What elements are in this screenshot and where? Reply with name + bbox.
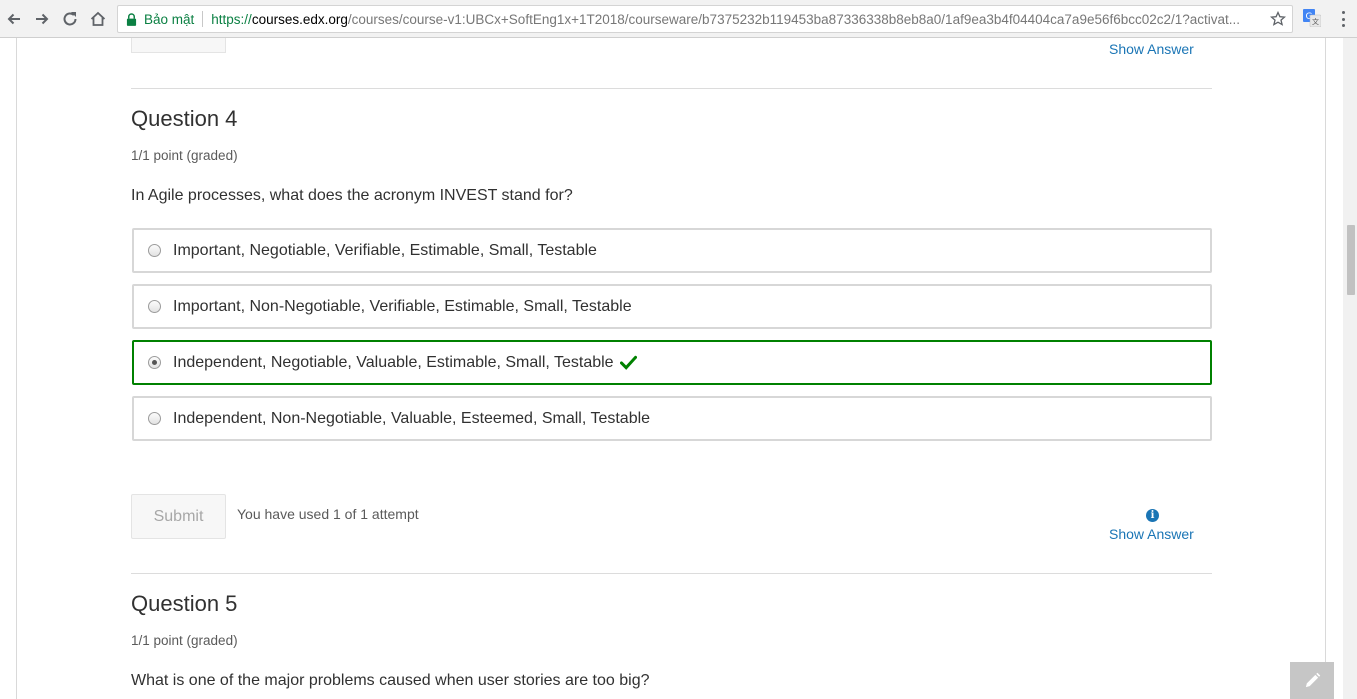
question-4-title: Question 4 bbox=[131, 106, 238, 131]
address-bar[interactable]: Bảo mật https://courses.edx.org/courses/… bbox=[117, 5, 1293, 33]
radio-button[interactable] bbox=[148, 244, 161, 257]
forward-button[interactable] bbox=[30, 7, 54, 31]
svg-text:文: 文 bbox=[1312, 17, 1319, 26]
choice-option-2[interactable]: Important, Non-Negotiable, Verifiable, E… bbox=[132, 284, 1212, 329]
question-5-prompt: What is one of the major problems caused… bbox=[131, 672, 650, 689]
bookmark-star-icon[interactable] bbox=[1270, 11, 1286, 27]
reload-icon bbox=[63, 12, 77, 26]
browser-toolbar: Bảo mật https://courses.edx.org/courses/… bbox=[0, 0, 1357, 38]
choice-option-4[interactable]: Independent, Non-Negotiable, Valuable, E… bbox=[132, 396, 1212, 441]
url-text: https://courses.edx.org/courses/course-v… bbox=[211, 12, 1251, 27]
url-path: /courses/course-v1:UBCx+SoftEng1x+1T2018… bbox=[347, 11, 1241, 27]
prev-show-answer-link[interactable]: Show Answer bbox=[1109, 41, 1194, 57]
question-divider bbox=[131, 88, 1212, 89]
forward-arrow-icon bbox=[36, 13, 49, 25]
attempts-status: You have used 1 of 1 attempt bbox=[237, 506, 419, 522]
choice-option-1[interactable]: Important, Negotiable, Verifiable, Estim… bbox=[132, 228, 1212, 273]
radio-button[interactable] bbox=[148, 412, 161, 425]
radio-button[interactable] bbox=[148, 300, 161, 313]
show-answer-link[interactable]: Show Answer bbox=[1109, 526, 1194, 542]
edit-button[interactable] bbox=[1290, 662, 1334, 699]
choice-label: Independent, Non-Negotiable, Valuable, E… bbox=[173, 409, 651, 427]
page-scrollbar[interactable] bbox=[1343, 38, 1357, 699]
question-5-title: Question 5 bbox=[131, 591, 238, 616]
question-divider bbox=[131, 573, 1212, 574]
question-4-points: 1/1 point (graded) bbox=[131, 148, 238, 163]
pencil-icon bbox=[1305, 672, 1320, 688]
browser-menu-icon[interactable] bbox=[1336, 9, 1350, 29]
scrollbar-thumb[interactable] bbox=[1347, 225, 1355, 295]
question-5-points: 1/1 point (graded) bbox=[131, 633, 238, 648]
home-button[interactable] bbox=[86, 7, 110, 31]
checkmark-icon bbox=[619, 355, 638, 371]
url-protocol: https:// bbox=[211, 11, 252, 27]
omnibox-divider bbox=[202, 11, 204, 27]
question-4-prompt: In Agile processes, what does the acrony… bbox=[131, 187, 573, 204]
choice-label: Independent, Negotiable, Valuable, Estim… bbox=[173, 353, 614, 371]
lock-icon bbox=[126, 12, 138, 26]
prev-submit-button[interactable] bbox=[131, 38, 226, 53]
choice-label: Important, Negotiable, Verifiable, Estim… bbox=[173, 241, 597, 259]
submit-button[interactable]: Submit bbox=[131, 494, 226, 539]
choice-option-3-correct[interactable]: Independent, Negotiable, Valuable, Estim… bbox=[132, 340, 1212, 385]
radio-button-selected[interactable] bbox=[148, 356, 161, 369]
translate-extension-icon[interactable]: G 文 bbox=[1303, 9, 1321, 27]
url-host: courses.edx.org bbox=[251, 11, 348, 27]
secure-label: Bảo mật bbox=[144, 11, 195, 27]
back-button[interactable] bbox=[2, 7, 26, 31]
choice-label: Important, Non-Negotiable, Verifiable, E… bbox=[173, 297, 632, 315]
reload-button[interactable] bbox=[58, 7, 82, 31]
info-icon: i bbox=[1146, 509, 1159, 522]
back-arrow-icon bbox=[7, 13, 20, 25]
home-icon bbox=[90, 11, 106, 26]
